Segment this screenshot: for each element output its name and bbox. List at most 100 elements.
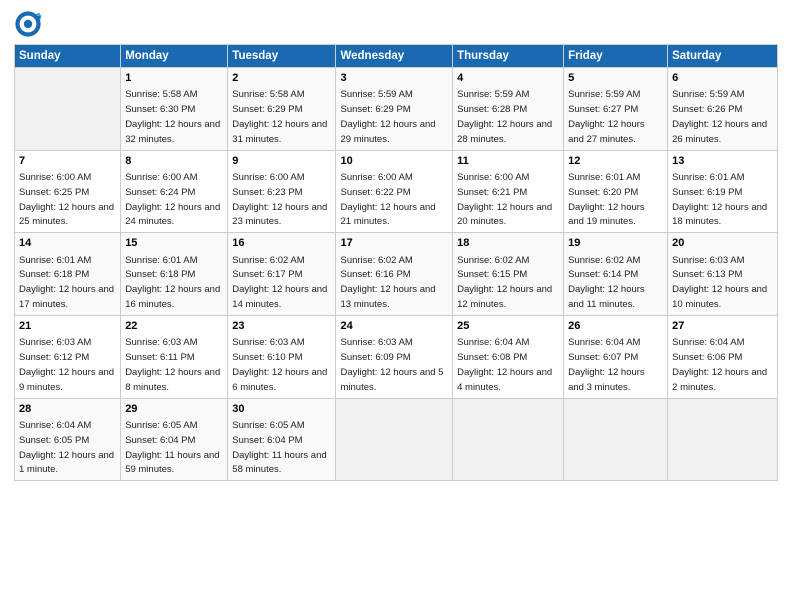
day-info: Sunrise: 6:04 AMSunset: 6:06 PMDaylight:… bbox=[672, 337, 767, 392]
col-header-tuesday: Tuesday bbox=[228, 45, 336, 68]
day-info: Sunrise: 6:05 AMSunset: 6:04 PMDaylight:… bbox=[125, 420, 219, 475]
day-info: Sunrise: 6:00 AMSunset: 6:25 PMDaylight:… bbox=[19, 172, 114, 227]
day-cell: 21 Sunrise: 6:03 AMSunset: 6:12 PMDayligh… bbox=[15, 315, 121, 398]
day-number: 28 bbox=[19, 402, 116, 417]
day-cell: 16Sunrise: 6:02 AMSunset: 6:17 PMDayligh… bbox=[228, 233, 336, 316]
day-cell: 28Sunrise: 6:04 AMSunset: 6:05 PMDayligh… bbox=[15, 398, 121, 481]
day-number: 27 bbox=[672, 319, 773, 334]
day-info: Sunrise: 6:01 AMSunset: 6:19 PMDaylight:… bbox=[672, 172, 767, 227]
day-cell: 30 Sunrise: 6:05 AMSunset: 6:04 PMDayligh… bbox=[228, 398, 336, 481]
day-number: 20 bbox=[672, 236, 773, 251]
day-cell: 23 Sunrise: 6:03 AMSunset: 6:10 PMDayligh… bbox=[228, 315, 336, 398]
week-row-0: 1 Sunrise: 5:58 AMSunset: 6:30 PMDaylight… bbox=[15, 68, 778, 151]
day-number: 19 bbox=[568, 236, 663, 251]
day-info: Sunrise: 6:05 AMSunset: 6:04 PMDaylight:… bbox=[232, 420, 326, 475]
day-cell: 24 Sunrise: 6:03 AMSunset: 6:09 PMDayligh… bbox=[336, 315, 453, 398]
week-row-3: 21 Sunrise: 6:03 AMSunset: 6:12 PMDayligh… bbox=[15, 315, 778, 398]
day-number: 10 bbox=[340, 154, 448, 169]
day-info: Sunrise: 6:04 AMSunset: 6:07 PMDaylight:… bbox=[568, 337, 645, 392]
day-number: 30 bbox=[232, 402, 331, 417]
day-number: 14 bbox=[19, 236, 116, 251]
day-cell: 25Sunrise: 6:04 AMSunset: 6:08 PMDayligh… bbox=[453, 315, 564, 398]
col-header-thursday: Thursday bbox=[453, 45, 564, 68]
col-header-sunday: Sunday bbox=[15, 45, 121, 68]
day-cell bbox=[453, 398, 564, 481]
day-number: 16 bbox=[232, 236, 331, 251]
day-info: Sunrise: 6:02 AMSunset: 6:15 PMDaylight:… bbox=[457, 255, 552, 310]
col-header-friday: Friday bbox=[564, 45, 668, 68]
day-number: 1 bbox=[125, 71, 223, 86]
logo bbox=[14, 10, 45, 38]
day-number: 3 bbox=[340, 71, 448, 86]
day-number: 17 bbox=[340, 236, 448, 251]
day-cell: 9 Sunrise: 6:00 AMSunset: 6:23 PMDaylight… bbox=[228, 150, 336, 233]
logo-icon bbox=[14, 10, 42, 38]
day-cell: 20 Sunrise: 6:03 AMSunset: 6:13 PMDayligh… bbox=[668, 233, 778, 316]
day-info: Sunrise: 6:03 AMSunset: 6:12 PMDaylight:… bbox=[19, 337, 114, 392]
day-number: 5 bbox=[568, 71, 663, 86]
day-number: 7 bbox=[19, 154, 116, 169]
day-cell: 5Sunrise: 5:59 AMSunset: 6:27 PMDaylight… bbox=[564, 68, 668, 151]
day-number: 24 bbox=[340, 319, 448, 334]
page: SundayMondayTuesdayWednesdayThursdayFrid… bbox=[0, 0, 792, 612]
day-info: Sunrise: 6:00 AMSunset: 6:22 PMDaylight:… bbox=[340, 172, 435, 227]
day-number: 12 bbox=[568, 154, 663, 169]
day-info: Sunrise: 5:59 AMSunset: 6:26 PMDaylight:… bbox=[672, 89, 767, 144]
day-cell: 8 Sunrise: 6:00 AMSunset: 6:24 PMDaylight… bbox=[121, 150, 228, 233]
day-cell bbox=[668, 398, 778, 481]
day-cell: 22 Sunrise: 6:03 AMSunset: 6:11 PMDayligh… bbox=[121, 315, 228, 398]
day-info: Sunrise: 6:02 AMSunset: 6:16 PMDaylight:… bbox=[340, 255, 435, 310]
day-cell: 1 Sunrise: 5:58 AMSunset: 6:30 PMDaylight… bbox=[121, 68, 228, 151]
day-number: 9 bbox=[232, 154, 331, 169]
day-info: Sunrise: 6:00 AMSunset: 6:24 PMDaylight:… bbox=[125, 172, 220, 227]
day-number: 23 bbox=[232, 319, 331, 334]
day-info: Sunrise: 5:59 AMSunset: 6:28 PMDaylight:… bbox=[457, 89, 552, 144]
day-cell: 15 Sunrise: 6:01 AMSunset: 6:18 PMDayligh… bbox=[121, 233, 228, 316]
day-info: Sunrise: 6:04 AMSunset: 6:08 PMDaylight:… bbox=[457, 337, 552, 392]
col-header-monday: Monday bbox=[121, 45, 228, 68]
day-cell: 26 Sunrise: 6:04 AMSunset: 6:07 PMDayligh… bbox=[564, 315, 668, 398]
week-row-4: 28Sunrise: 6:04 AMSunset: 6:05 PMDayligh… bbox=[15, 398, 778, 481]
day-cell: 3 Sunrise: 5:59 AMSunset: 6:29 PMDaylight… bbox=[336, 68, 453, 151]
day-cell: 6Sunrise: 5:59 AMSunset: 6:26 PMDaylight… bbox=[668, 68, 778, 151]
day-cell bbox=[336, 398, 453, 481]
week-row-1: 7 Sunrise: 6:00 AMSunset: 6:25 PMDaylight… bbox=[15, 150, 778, 233]
day-info: Sunrise: 5:58 AMSunset: 6:30 PMDaylight:… bbox=[125, 89, 220, 144]
day-info: Sunrise: 6:03 AMSunset: 6:09 PMDaylight:… bbox=[340, 337, 443, 392]
day-info: Sunrise: 6:00 AMSunset: 6:21 PMDaylight:… bbox=[457, 172, 552, 227]
day-cell: 4Sunrise: 5:59 AMSunset: 6:28 PMDaylight… bbox=[453, 68, 564, 151]
day-cell bbox=[564, 398, 668, 481]
day-number: 18 bbox=[457, 236, 559, 251]
day-cell: 14Sunrise: 6:01 AMSunset: 6:18 PMDayligh… bbox=[15, 233, 121, 316]
header bbox=[14, 10, 778, 38]
day-number: 15 bbox=[125, 236, 223, 251]
day-number: 26 bbox=[568, 319, 663, 334]
day-cell: 7 Sunrise: 6:00 AMSunset: 6:25 PMDaylight… bbox=[15, 150, 121, 233]
day-number: 29 bbox=[125, 402, 223, 417]
day-cell: 2 Sunrise: 5:58 AMSunset: 6:29 PMDaylight… bbox=[228, 68, 336, 151]
day-info: Sunrise: 5:58 AMSunset: 6:29 PMDaylight:… bbox=[232, 89, 327, 144]
day-info: Sunrise: 5:59 AMSunset: 6:29 PMDaylight:… bbox=[340, 89, 435, 144]
day-cell: 17 Sunrise: 6:02 AMSunset: 6:16 PMDayligh… bbox=[336, 233, 453, 316]
day-number: 2 bbox=[232, 71, 331, 86]
day-number: 13 bbox=[672, 154, 773, 169]
day-info: Sunrise: 6:03 AMSunset: 6:11 PMDaylight:… bbox=[125, 337, 220, 392]
day-cell: 12 Sunrise: 6:01 AMSunset: 6:20 PMDayligh… bbox=[564, 150, 668, 233]
day-info: Sunrise: 6:01 AMSunset: 6:20 PMDaylight:… bbox=[568, 172, 645, 227]
day-number: 11 bbox=[457, 154, 559, 169]
day-number: 22 bbox=[125, 319, 223, 334]
day-number: 8 bbox=[125, 154, 223, 169]
day-info: Sunrise: 6:03 AMSunset: 6:10 PMDaylight:… bbox=[232, 337, 327, 392]
day-info: Sunrise: 6:03 AMSunset: 6:13 PMDaylight:… bbox=[672, 255, 767, 310]
col-header-saturday: Saturday bbox=[668, 45, 778, 68]
week-row-2: 14 Sunrise: 6:01 AMSunset: 6:18 PMDayligh… bbox=[15, 233, 778, 316]
header-row: SundayMondayTuesdayWednesdayThursdayFrid… bbox=[15, 45, 778, 68]
day-number: 21 bbox=[19, 319, 116, 334]
day-cell: 10 Sunrise: 6:00 AMSunset: 6:22 PMDayligh… bbox=[336, 150, 453, 233]
day-info: Sunrise: 6:02 AMSunset: 6:14 PMDaylight:… bbox=[568, 255, 645, 310]
day-info: Sunrise: 6:01 AMSunset: 6:18 PMDaylight:… bbox=[125, 255, 220, 310]
day-cell: 29 Sunrise: 6:05 AMSunset: 6:04 PMDayligh… bbox=[121, 398, 228, 481]
day-cell: 13 Sunrise: 6:01 AMSunset: 6:19 PMDayligh… bbox=[668, 150, 778, 233]
day-info: Sunrise: 6:00 AMSunset: 6:23 PMDaylight:… bbox=[232, 172, 327, 227]
day-cell: 27 Sunrise: 6:04 AMSunset: 6:06 PMDayligh… bbox=[668, 315, 778, 398]
